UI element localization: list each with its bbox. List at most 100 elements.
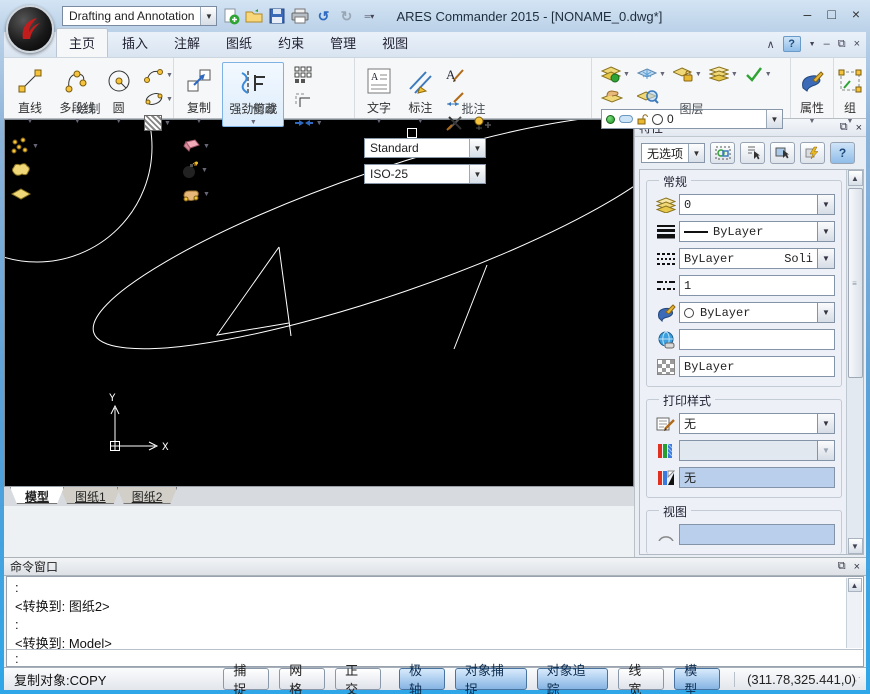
workspace-selector[interactable]: Drafting and Annotation ▼ bbox=[62, 6, 217, 26]
prop-transparency-value[interactable]: ByLayer bbox=[679, 356, 835, 377]
tab-manage[interactable]: 管理 bbox=[318, 29, 368, 57]
prop-print-table-value[interactable]: 无 bbox=[679, 467, 835, 488]
new-file-button[interactable] bbox=[222, 7, 240, 25]
point-dropdown-icon[interactable]: ▼ bbox=[32, 143, 39, 150]
prop-color-value[interactable]: ByLayer bbox=[679, 302, 818, 323]
command-window-title-bar[interactable]: 命令窗口 ⧉ × bbox=[4, 557, 866, 576]
explode-dropdown-icon[interactable]: ▼ bbox=[201, 167, 208, 174]
toggle-esnap[interactable]: 对象捕捉 bbox=[455, 668, 527, 690]
properties-ribbon-button[interactable]: 属性 ▼ bbox=[792, 62, 832, 125]
circle-dropdown-icon[interactable]: ▼ bbox=[115, 118, 122, 125]
layer-states-button[interactable]: ▼ bbox=[709, 64, 738, 84]
properties-scrollbar[interactable]: ▲ ≡ ▼ bbox=[846, 170, 863, 554]
redo-button[interactable]: ↻ bbox=[337, 7, 355, 25]
hatch-dropdown-icon[interactable]: ▼ bbox=[164, 120, 171, 127]
layer-states-dropdown-icon[interactable]: ▼ bbox=[731, 71, 738, 78]
powertrim-button[interactable]: 强劲剪裁 ▼ bbox=[222, 62, 284, 127]
line-dropdown-icon[interactable]: ▼ bbox=[27, 118, 34, 125]
prop-color-dropdown-icon[interactable]: ▼ bbox=[818, 302, 835, 323]
sheet-tab-sheet1[interactable]: 图纸1 bbox=[60, 487, 121, 504]
toggle-snap[interactable]: 捕捉 bbox=[223, 668, 269, 690]
command-input[interactable]: : bbox=[7, 649, 863, 666]
properties-dropdown-icon[interactable]: ▼ bbox=[809, 118, 816, 125]
prop-lineweight-dropdown-icon[interactable]: ▼ bbox=[818, 221, 835, 242]
tab-view[interactable]: 视图 bbox=[370, 29, 420, 57]
command-float-button[interactable]: ⧉ bbox=[838, 560, 846, 573]
text-style-combo-dropdown-icon[interactable]: ▼ bbox=[469, 139, 485, 157]
select-set-button[interactable] bbox=[710, 142, 735, 164]
toggle-polar[interactable]: 极轴 bbox=[399, 668, 445, 690]
group-ribbon-button[interactable]: 组 ▼ bbox=[835, 62, 865, 125]
layer-freeze-dropdown-icon[interactable]: ▼ bbox=[659, 71, 666, 78]
layer-check-button[interactable]: ▼ bbox=[745, 64, 772, 84]
layers-manager-dropdown-icon[interactable]: ▼ bbox=[623, 71, 630, 78]
tab-sheet[interactable]: 图纸 bbox=[214, 29, 264, 57]
arc-button[interactable]: ▼ bbox=[144, 65, 173, 85]
stretch-dropdown-icon[interactable]: ▼ bbox=[316, 120, 323, 127]
workspace-dropdown-icon[interactable]: ▼ bbox=[200, 7, 216, 25]
doc-close-button[interactable]: × bbox=[854, 38, 860, 50]
explode-button[interactable]: ▼ bbox=[181, 160, 210, 180]
tab-annotate[interactable]: 注解 bbox=[162, 29, 212, 57]
prop-print-style-dropdown-icon[interactable]: ▼ bbox=[818, 413, 835, 434]
doc-minimize-button[interactable]: – bbox=[824, 38, 830, 50]
prop-lineweight-value[interactable]: ByLayer bbox=[679, 221, 818, 242]
undo-button[interactable]: ↺ bbox=[314, 7, 332, 25]
prop-linetype-value[interactable]: ByLayerSoli bbox=[679, 248, 818, 269]
tab-insert[interactable]: 插入 bbox=[110, 29, 160, 57]
point-button[interactable]: ▼ bbox=[10, 136, 39, 156]
maximize-button[interactable]: □ bbox=[827, 6, 835, 22]
prop-view-value[interactable] bbox=[679, 524, 835, 545]
command-scroll-up-icon[interactable]: ▲ bbox=[848, 578, 862, 592]
rotate-button[interactable]: ▼ bbox=[181, 184, 210, 204]
save-button[interactable] bbox=[268, 7, 286, 25]
dimension-dropdown-icon[interactable]: ▼ bbox=[417, 118, 424, 125]
erase-button[interactable]: ▼ bbox=[181, 136, 210, 156]
doc-restore-button[interactable]: ⧉ bbox=[838, 38, 846, 51]
layer-lock-dropdown-icon[interactable]: ▼ bbox=[695, 71, 702, 78]
selection-filter-dropdown-icon[interactable]: ▼ bbox=[688, 144, 704, 162]
scroll-thumb[interactable]: ≡ bbox=[848, 188, 863, 378]
layer-freeze-button[interactable]: ▼ bbox=[637, 64, 666, 84]
tab-constraints[interactable]: 约束 bbox=[266, 29, 316, 57]
text-style-button[interactable]: A bbox=[445, 65, 491, 85]
command-scrollbar[interactable]: ▲ bbox=[846, 578, 862, 648]
polyline-dropdown-icon[interactable]: ▼ bbox=[74, 118, 81, 125]
toggle-grid[interactable]: 网格 bbox=[279, 668, 325, 690]
prop-ltscale-value[interactable]: 1 bbox=[679, 275, 835, 296]
prop-print-style-value[interactable]: 无 bbox=[679, 413, 818, 434]
prop-layer-value[interactable]: 0 bbox=[679, 194, 818, 215]
revision-cloud-button[interactable] bbox=[10, 160, 39, 180]
layers-manager-button[interactable]: ▼ bbox=[601, 64, 630, 84]
toggle-lineweight[interactable]: 线宽 bbox=[618, 668, 664, 690]
sheet-tab-sheet2[interactable]: 图纸2 bbox=[117, 487, 178, 504]
open-file-button[interactable] bbox=[245, 7, 263, 25]
toggle-value-button[interactable] bbox=[800, 142, 825, 164]
command-close-button[interactable]: × bbox=[854, 561, 860, 573]
text-style-combo[interactable]: Standard ▼ bbox=[364, 138, 486, 158]
dim-style-combo[interactable]: ISO-25 ▼ bbox=[364, 164, 486, 184]
selection-filter-combo[interactable]: 无选项 ▼ bbox=[641, 143, 705, 163]
quick-select-button[interactable] bbox=[740, 142, 765, 164]
command-history[interactable]: : <转换到: 图纸2> : <转换到: Model> bbox=[7, 577, 863, 649]
dim-style-combo-dropdown-icon[interactable]: ▼ bbox=[469, 165, 485, 183]
help-dropdown-icon[interactable]: ▼ bbox=[809, 41, 816, 48]
scroll-down-icon[interactable]: ▼ bbox=[848, 538, 863, 554]
qat-customize-icon[interactable]: ═▾ bbox=[360, 7, 378, 25]
prop-hyperlink-value[interactable] bbox=[679, 329, 835, 350]
minimize-button[interactable]: – bbox=[804, 6, 812, 22]
powertrim-dropdown-icon[interactable]: ▼ bbox=[250, 119, 257, 126]
copy-dropdown-icon[interactable]: ▼ bbox=[196, 118, 203, 125]
prop-layer-dropdown-icon[interactable]: ▼ bbox=[818, 194, 835, 215]
pattern-button[interactable] bbox=[294, 65, 323, 85]
drawing-canvas[interactable]: Y X bbox=[4, 119, 634, 486]
arc-dropdown-icon[interactable]: ▼ bbox=[166, 72, 173, 79]
help-button[interactable]: ? bbox=[783, 36, 801, 52]
application-menu-button[interactable] bbox=[6, 5, 54, 53]
print-button[interactable] bbox=[291, 7, 309, 25]
properties-help-button[interactable]: ? bbox=[830, 142, 855, 164]
resize-grip[interactable]: ⋰ bbox=[851, 676, 862, 687]
sheet-tab-model[interactable]: 模型 bbox=[10, 487, 64, 504]
select-objects-button[interactable] bbox=[770, 142, 795, 164]
rotate-dropdown-icon[interactable]: ▼ bbox=[203, 191, 210, 198]
